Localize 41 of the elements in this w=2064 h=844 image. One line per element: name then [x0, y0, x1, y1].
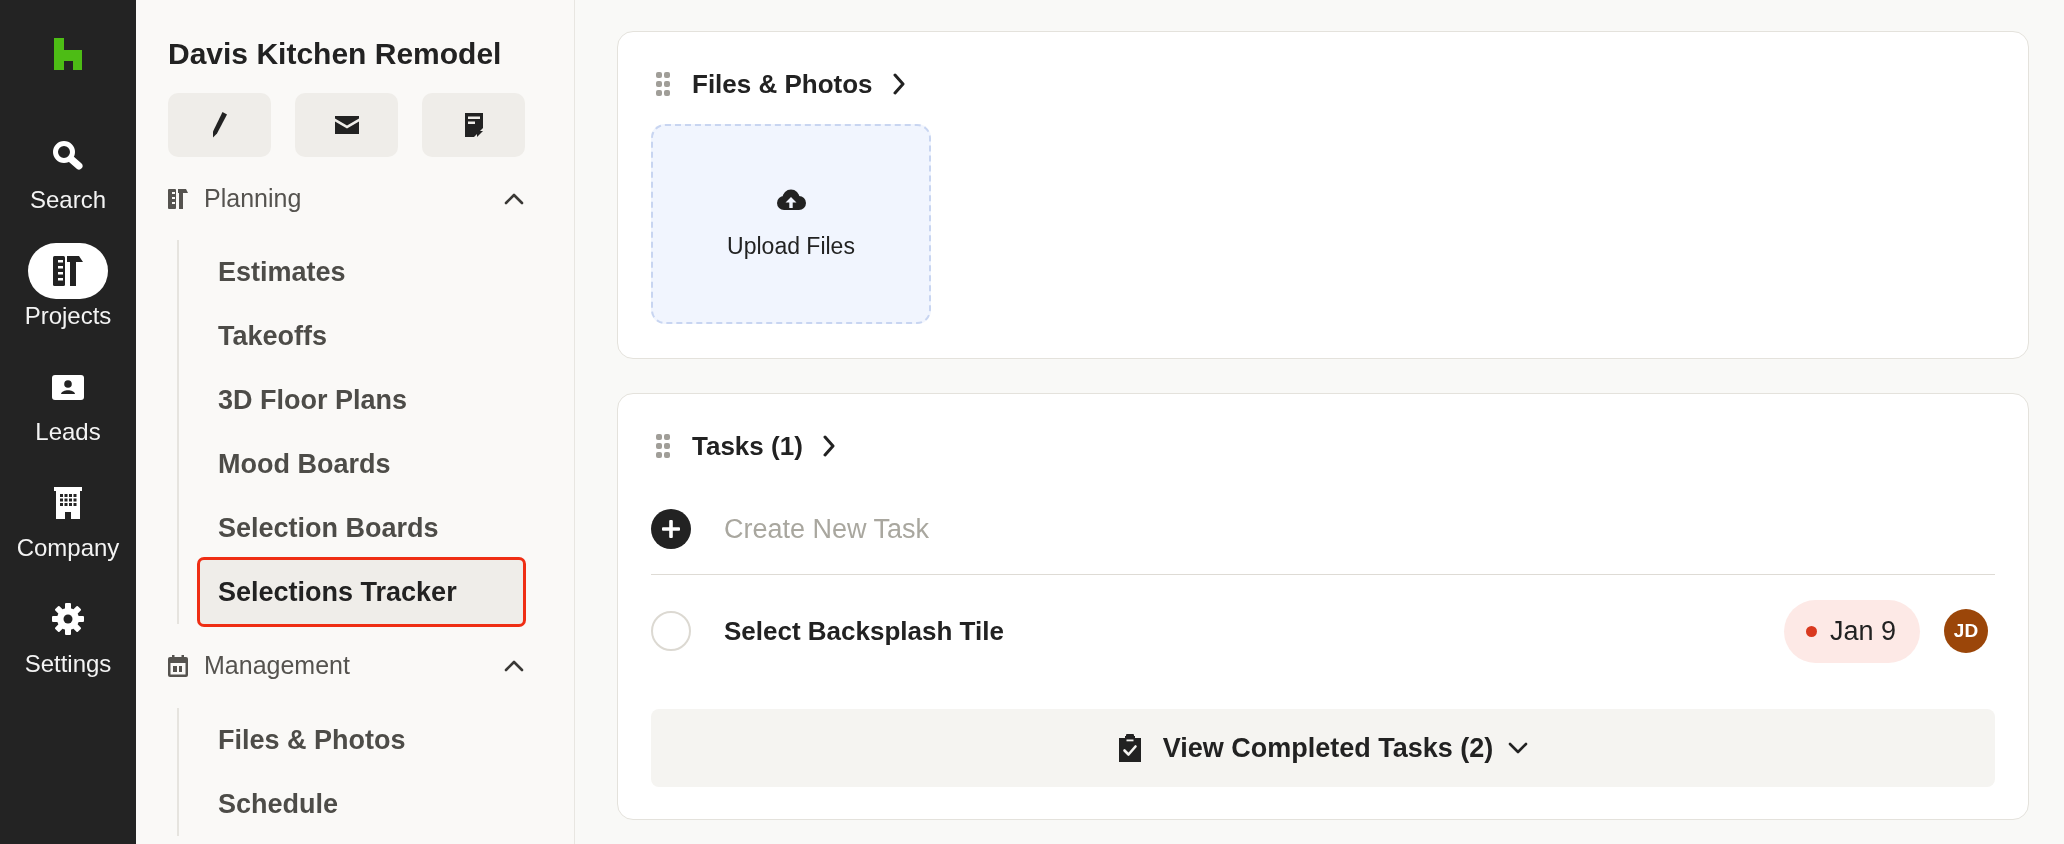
- sidebar-item[interactable]: Files & Photos: [200, 708, 523, 772]
- cloud-upload-icon: [775, 189, 807, 211]
- section-toggle[interactable]: Management: [168, 646, 526, 686]
- nav-item[interactable]: Projects: [4, 244, 132, 330]
- view-completed-button[interactable]: View Completed Tasks (2): [651, 709, 1995, 787]
- nav-item[interactable]: Company: [4, 476, 132, 562]
- plus-circle-icon[interactable]: [651, 509, 691, 549]
- upload-button[interactable]: Upload Files: [651, 124, 931, 324]
- task-checkbox[interactable]: [651, 611, 691, 651]
- drag-handle-icon[interactable]: [655, 433, 671, 459]
- avatar[interactable]: JD: [1944, 609, 1988, 653]
- clipboard-check-icon: [1117, 734, 1142, 762]
- section-toggle[interactable]: Planning: [168, 179, 526, 219]
- sidebar-item[interactable]: Takeoffs: [200, 304, 523, 368]
- task-title[interactable]: Select Backsplash Tile: [724, 611, 1004, 651]
- chevron-right-icon: [891, 73, 906, 95]
- new-task-field[interactable]: Create New Task: [724, 509, 1995, 549]
- calendar-icon: [168, 655, 188, 677]
- nav-item[interactable]: Leads: [4, 360, 132, 446]
- sidebar-item[interactable]: Selections Tracker: [200, 560, 523, 624]
- chevron-right-icon: [821, 435, 836, 457]
- note-icon: [464, 113, 483, 137]
- due-date-pill[interactable]: Jan 9: [1783, 599, 1920, 663]
- card-title-link[interactable]: Tasks (1): [692, 426, 836, 466]
- status-dot-icon: [1805, 625, 1817, 637]
- project-title: Davis Kitchen Remodel: [168, 37, 503, 71]
- message-button[interactable]: [295, 93, 398, 157]
- notes-button[interactable]: [422, 93, 525, 157]
- nav-item[interactable]: Search: [4, 128, 132, 214]
- envelope-icon: [334, 116, 359, 134]
- logo-icon[interactable]: [54, 38, 82, 70]
- sidebar-item[interactable]: 3D Floor Plans: [200, 368, 523, 432]
- drag-handle-icon[interactable]: [655, 71, 671, 97]
- card-title-link[interactable]: Files & Photos: [692, 64, 906, 104]
- tools-icon: [168, 188, 188, 210]
- sidebar-item[interactable]: Estimates: [200, 240, 523, 304]
- pencil-icon: [212, 112, 227, 138]
- nav-item[interactable]: Settings: [4, 592, 132, 678]
- sidebar-item[interactable]: Schedule: [200, 772, 523, 836]
- sidebar-item[interactable]: Mood Boards: [200, 432, 523, 496]
- sidebar-item[interactable]: Selection Boards: [200, 496, 523, 560]
